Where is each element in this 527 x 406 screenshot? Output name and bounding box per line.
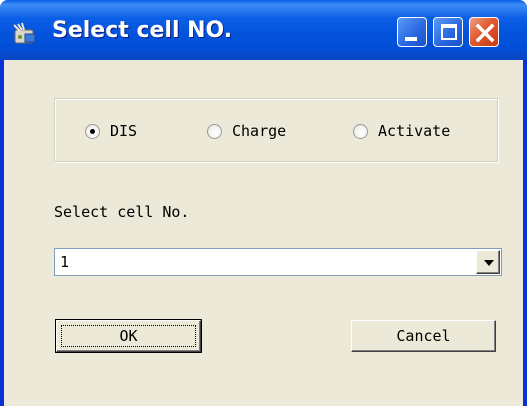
- minimize-icon: [405, 37, 417, 41]
- close-icon: [475, 23, 495, 43]
- radio-circle-icon: [85, 123, 100, 139]
- radio-activate[interactable]: Activate: [353, 119, 450, 143]
- radio-dis[interactable]: DIS: [85, 119, 137, 143]
- dialog-body: DIS Charge Activate Select cell No. 1 OK…: [4, 60, 523, 406]
- radio-dis-label: DIS: [110, 122, 138, 140]
- radio-charge-label: Charge: [232, 122, 287, 140]
- cancel-button-label: Cancel: [396, 327, 451, 345]
- cell-number-combobox[interactable]: 1: [54, 248, 502, 276]
- radio-activate-label: Activate: [378, 122, 451, 140]
- maximize-icon: [441, 24, 457, 40]
- window-title: Select cell NO.: [52, 18, 233, 43]
- dialog-window: Select cell NO. DIS Charge Activate Sele…: [0, 0, 527, 406]
- cancel-button[interactable]: Cancel: [351, 320, 496, 352]
- radio-circle-icon: [353, 123, 368, 139]
- maximize-button[interactable]: [433, 17, 463, 47]
- select-cell-label: Select cell No.: [54, 203, 190, 221]
- focus-rectangle: [61, 325, 196, 347]
- cell-number-value: 1: [60, 253, 70, 271]
- minimize-button[interactable]: [397, 17, 427, 47]
- title-bar[interactable]: Select cell NO.: [0, 0, 527, 60]
- app-icon: [13, 22, 36, 44]
- radio-selected-dot: [90, 128, 95, 134]
- close-button[interactable]: [469, 17, 499, 47]
- radio-charge[interactable]: Charge: [207, 119, 286, 143]
- radio-circle-icon: [207, 123, 222, 139]
- dropdown-button[interactable]: [476, 250, 500, 274]
- chevron-down-icon: [484, 260, 494, 266]
- mode-radio-group: DIS Charge Activate: [54, 98, 498, 162]
- ok-button[interactable]: OK: [55, 319, 202, 353]
